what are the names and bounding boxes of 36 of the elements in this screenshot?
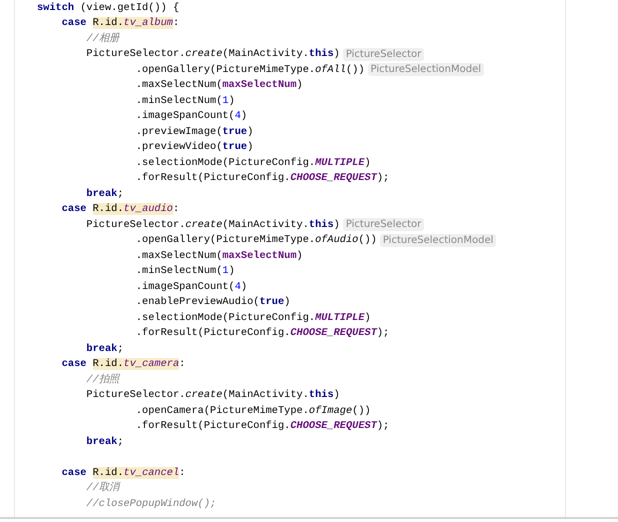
code-line: PictureSelector.create(MainActivity.this) <box>85 47 340 62</box>
code-line: .imageSpanCount(4) <box>134 109 248 124</box>
type-hint: PictureSelectionModel <box>368 63 484 76</box>
code-line: .previewImage(true) <box>134 124 254 139</box>
code-line: //相册 <box>85 32 119 46</box>
code-line: .previewVideo(true) <box>134 140 254 154</box>
code-line: .maxSelectNum(maxSelectNum) <box>134 78 303 92</box>
code-line: .forResult(PictureConfig.CHOOSE_REQUEST); <box>134 419 390 434</box>
type-hint: PictureSelector <box>342 218 424 232</box>
code-line: .selectionMode(PictureConfig.MULTIPLE) <box>134 156 371 170</box>
code-line: .imageSpanCount(4) <box>134 280 248 294</box>
code-line: .openGallery(PictureMimeType.ofAll()) <box>134 62 365 77</box>
code-line: .openCamera(PictureMimeType.ofImage()) <box>134 404 371 418</box>
code-line: .openGallery(PictureMimeType.ofAudio()) <box>134 233 377 248</box>
code-line: .selectionMode(PictureConfig.MULTIPLE) <box>134 310 371 325</box>
code-line: PictureSelector.create(MainActivity.this) <box>85 388 340 402</box>
code-line: .forResult(PictureConfig.CHOOSE_REQUEST); <box>134 326 390 340</box>
code-line: case R.id.tv_cancel: <box>60 466 186 480</box>
code-line: case R.id.tv_camera: <box>60 357 186 372</box>
code-line: case R.id.tv_album: <box>60 16 180 30</box>
code-line: //拍照 <box>85 372 119 387</box>
code-line: break; <box>85 342 124 356</box>
code-line: //取消 <box>85 481 119 496</box>
code-line: .minSelectNum(1) <box>134 94 235 108</box>
code-line: .enablePreviewAudio(true) <box>134 295 290 310</box>
code-line: switch (view.getId()) { <box>37 0 180 15</box>
type-hint: PictureSelector <box>342 48 424 61</box>
code-line: .forResult(PictureConfig.CHOOSE_REQUEST); <box>134 171 390 186</box>
code-line: case R.id.tv_audio: <box>60 202 180 216</box>
code-line: .maxSelectNum(maxSelectNum) <box>134 248 303 263</box>
type-hint: PictureSelectionModel <box>380 234 496 247</box>
code-line: .minSelectNum(1) <box>134 264 235 278</box>
code-line: break; <box>85 434 124 449</box>
code-line: PictureSelector.create(MainActivity.this) <box>85 218 340 232</box>
code-line: break; <box>85 186 124 201</box>
code-line: //closePopupWindow(); <box>85 496 216 511</box>
